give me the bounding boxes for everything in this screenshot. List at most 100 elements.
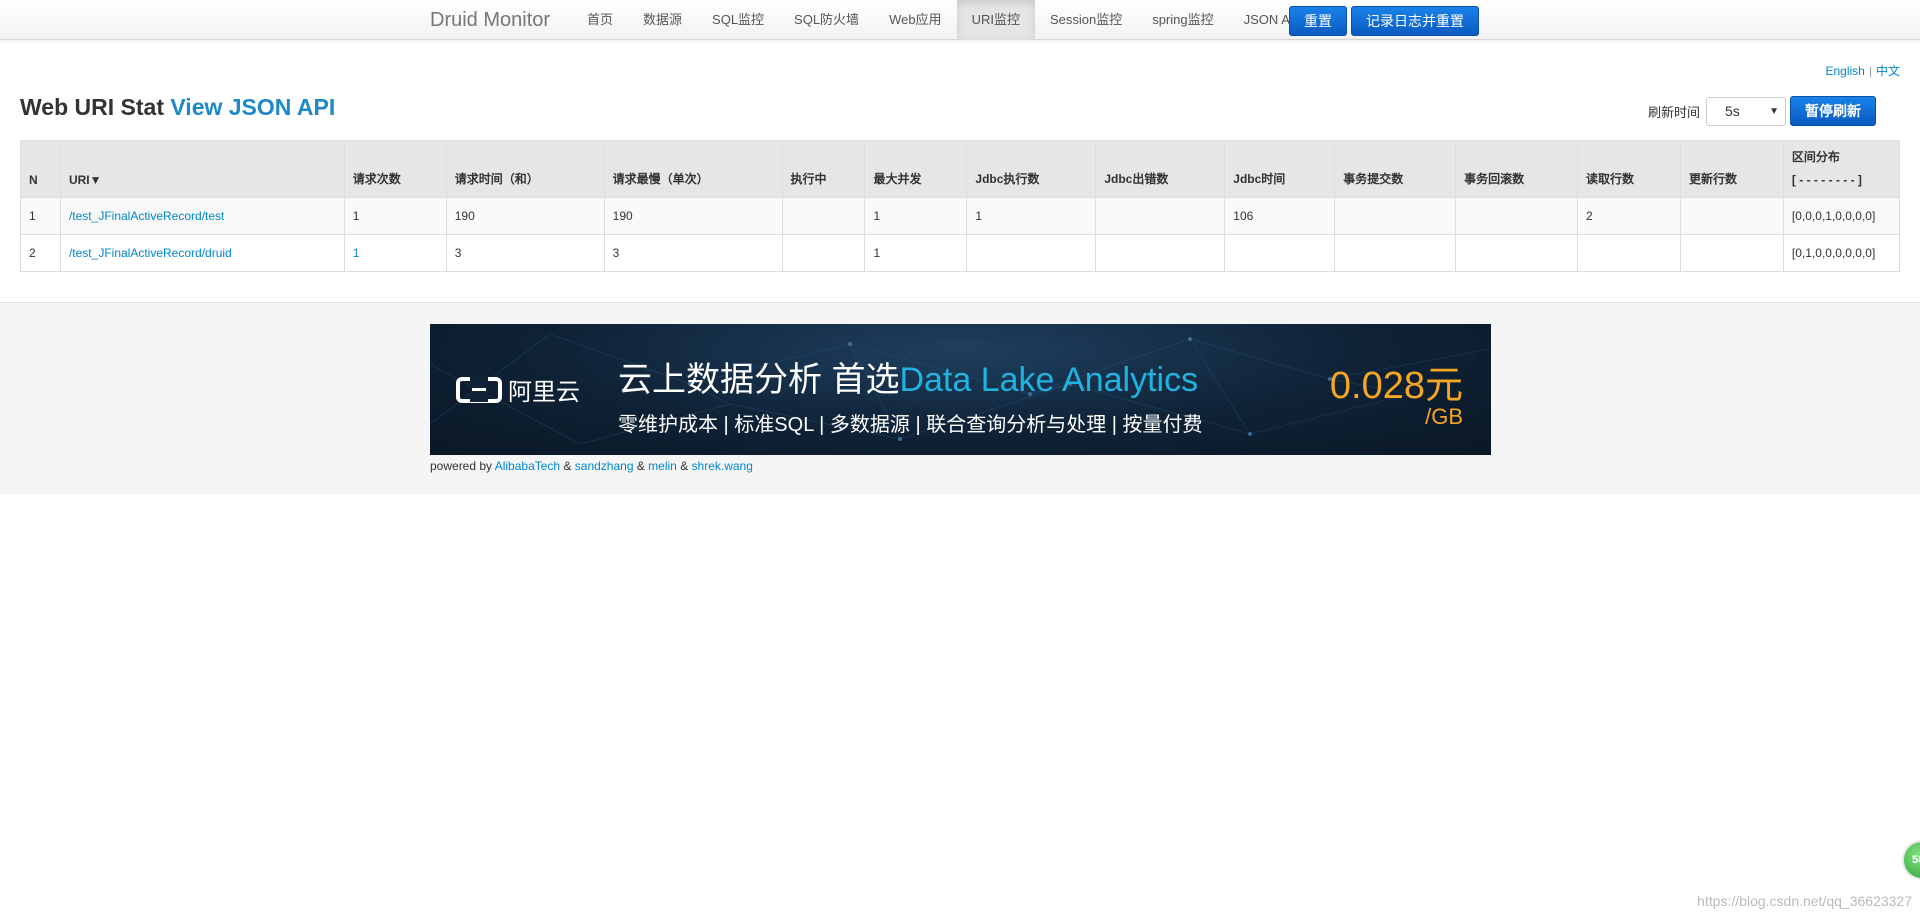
column-header-label: 区间分布: [1791, 150, 1840, 164]
credit-separator: &: [676, 459, 692, 473]
powered-prefix: powered by: [430, 459, 495, 473]
table-cell: 1: [966, 197, 1097, 235]
page-title: Web URI Stat View JSON API: [20, 94, 335, 121]
column-header-label: 请求时间（和）: [454, 172, 539, 186]
dropdown-arrow-icon: ▼: [1769, 105, 1780, 117]
column-header-label: Jdbc执行数: [975, 172, 1040, 186]
lang-separator: |: [1868, 64, 1872, 78]
table-cell: [1334, 234, 1457, 272]
table-cell: [781, 234, 866, 272]
lang-english-link[interactable]: English: [1826, 64, 1865, 78]
reset-button[interactable]: 重置: [1289, 6, 1347, 36]
table-cell: [1095, 197, 1226, 235]
table-cell: 190: [603, 197, 783, 235]
language-switch: English | 中文: [1826, 62, 1901, 79]
table-cell: [1679, 234, 1784, 272]
nav-item-0[interactable]: 首页: [572, 0, 628, 40]
column-header-label: Jdbc时间: [1233, 172, 1286, 186]
table-cell: 2: [1577, 197, 1681, 235]
column-header-label: N: [29, 173, 38, 187]
banner-headline-text: 云上数据分析 首选: [618, 361, 900, 399]
uri-stat-table-wrap: N URI▼ 请求次数 请求时间（和） 请求最慢（单次） 执行中 最大并发 Jdbc执行数 Jd…: [20, 140, 1901, 272]
banner-headline: 云上数据分析 首选Data Lake Analytics: [618, 352, 1198, 401]
credit-link-alibabatech[interactable]: AlibabaTech: [495, 459, 560, 473]
table-cell: [1095, 234, 1226, 272]
table-cell: [966, 234, 1097, 272]
nav-item-2[interactable]: SQL监控: [697, 0, 779, 40]
column-header-label: 请求次数: [352, 172, 401, 186]
column-header-label: 事务回滚数: [1464, 172, 1525, 186]
column-header-5: 执行中: [781, 140, 866, 198]
credit-link-melin[interactable]: melin: [648, 459, 677, 473]
uri-link[interactable]: /test_JFinalActiveRecord/test: [59, 197, 345, 235]
table-cell: 190: [445, 197, 605, 235]
table-cell: [1679, 197, 1784, 235]
main-nav: 首页 数据源 SQL监控 SQL防火墙 Web应用 URI监控 Session监控 sprin…: [572, 0, 1317, 40]
table-cell: 2: [20, 234, 61, 272]
column-header-0: N: [20, 140, 61, 198]
credit-link-sandzhang[interactable]: sandzhang: [575, 459, 634, 473]
brand-title[interactable]: Druid Monitor: [430, 9, 550, 32]
refresh-interval-select[interactable]: 5s ▼: [1706, 96, 1787, 126]
credit-separator: &: [633, 459, 649, 473]
table-cell: [1455, 234, 1579, 272]
column-header-12: 读取行数: [1577, 140, 1681, 198]
column-header-9: Jdbc时间: [1224, 140, 1336, 198]
aliyun-logo-text: 阿里云: [508, 379, 580, 406]
column-header-3: 请求时间（和）: [445, 140, 605, 198]
column-header-4: 请求最慢（单次）: [603, 140, 783, 198]
uri-stat-table: N URI▼ 请求次数 请求时间（和） 请求最慢（单次） 执行中 最大并发 Jdbc执行数 Jd…: [20, 140, 1901, 272]
table-cell: 106: [1224, 197, 1336, 235]
refresh-label: 刷新时间: [1648, 104, 1701, 120]
log-and-reset-button[interactable]: 记录日志并重置: [1351, 6, 1479, 36]
table-cell[interactable]: 1: [343, 234, 447, 272]
nav-item-3[interactable]: SQL防火墙: [779, 0, 874, 40]
nav-item-7[interactable]: spring监控: [1137, 0, 1228, 40]
banner-price-unit: /GB: [1425, 404, 1463, 429]
nav-buttons: 重置 记录日志并重置: [1289, 6, 1479, 36]
column-header-1[interactable]: URI▼: [59, 140, 345, 198]
table-cell: 1: [864, 234, 968, 272]
floating-speed-widget[interactable]: 58: [1902, 840, 1920, 880]
table-cell: [781, 197, 866, 235]
powered-by: powered by AlibabaTech & sandzhang & mel…: [430, 459, 753, 473]
table-cell: [0,1,0,0,0,0,0,0]: [1782, 234, 1901, 272]
nav-item-1[interactable]: 数据源: [628, 0, 697, 40]
banner-price: 0.028元: [1329, 365, 1463, 407]
refresh-controls: 刷新时间 5s ▼ 暂停刷新: [1648, 96, 1877, 126]
aliyun-logo: 阿里云: [456, 372, 580, 407]
column-header-label: 读取行数: [1586, 172, 1635, 186]
column-header-8: Jdbc出错数: [1095, 140, 1226, 198]
banner-headline-highlight: Data Lake Analytics: [899, 361, 1199, 399]
column-header-label: 事务提交数: [1343, 172, 1404, 186]
table-cell: 1: [343, 197, 447, 235]
nav-item-5[interactable]: URI监控: [956, 0, 1035, 40]
table-row: 2/test_JFinalActiveRecord/druid 1 3 3 1 [0,1,…: [20, 234, 1901, 272]
aliyun-logo-icon: [456, 375, 502, 403]
table-cell: 3: [603, 234, 783, 272]
table-cell: 3: [445, 234, 605, 272]
table-row: 1/test_JFinalActiveRecord/test 1 190 190 1 1 1…: [20, 197, 1901, 235]
lang-chinese-link[interactable]: 中文: [1876, 64, 1900, 78]
table-cell: [0,0,0,1,0,0,0,0]: [1782, 197, 1901, 235]
column-header-label: 执行中: [790, 172, 827, 186]
pause-refresh-button[interactable]: 暂停刷新: [1790, 96, 1877, 126]
table-cell: [1224, 234, 1336, 272]
column-header-10: 事务提交数: [1334, 140, 1457, 198]
column-header-label: 最大并发: [873, 172, 922, 186]
credit-link-shrek-wang[interactable]: shrek.wang: [692, 459, 753, 473]
uri-link[interactable]: /test_JFinalActiveRecord/druid: [59, 234, 345, 272]
table-header-row: N URI▼ 请求次数 请求时间（和） 请求最慢（单次） 执行中 最大并发 Jdbc执行数 Jd…: [20, 140, 1901, 198]
table-cell: [1334, 197, 1457, 235]
column-header-7: Jdbc执行数: [966, 140, 1097, 198]
column-header-label: Jdbc出错数: [1104, 172, 1169, 186]
table-cell: 1: [20, 197, 61, 235]
view-json-api-link[interactable]: View JSON API: [170, 94, 335, 120]
nav-item-4[interactable]: Web应用: [874, 0, 957, 40]
column-header-label: 请求最慢（单次）: [612, 172, 709, 186]
table-cell: 1: [864, 197, 968, 235]
ad-banner[interactable]: 阿里云 云上数据分析 首选Data Lake Analytics 零维护成本 |…: [430, 324, 1491, 455]
column-header-14: 区间分布 [ - - - - - - - - ]: [1782, 140, 1901, 198]
refresh-selected-value: 5s: [1725, 102, 1740, 119]
nav-item-6[interactable]: Session监控: [1035, 0, 1137, 40]
